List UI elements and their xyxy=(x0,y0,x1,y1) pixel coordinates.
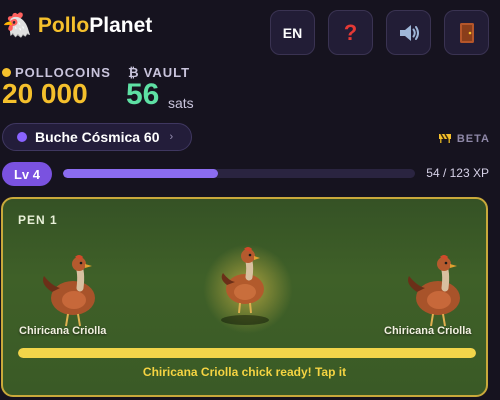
pen-label: PEN 1 xyxy=(18,213,58,227)
vault-value: 56 xyxy=(126,78,160,111)
beta-badge: BETA xyxy=(438,131,490,146)
app-logo: 🐔 PolloPlanet xyxy=(2,14,152,38)
pen-panel[interactable]: PEN 1 Chiricana Criolla Chiricana Crioll… xyxy=(1,197,488,397)
language-label: EN xyxy=(282,24,303,41)
planet-name: Buche Cósmica 60 xyxy=(35,129,160,145)
sound-button[interactable] xyxy=(386,10,431,55)
coin-icon xyxy=(2,68,11,77)
chicken-name-right: Chiricana Criolla xyxy=(384,325,472,337)
app-title-part2: Planet xyxy=(89,14,153,37)
chicken-icon: 🐔 xyxy=(2,12,32,39)
chicken-right[interactable] xyxy=(403,254,473,334)
chicken-name-left: Chiricana Criolla xyxy=(19,325,107,337)
app-title: PolloPlanet xyxy=(38,14,152,38)
question-mark-icon: ? xyxy=(343,19,358,45)
planet-selector[interactable]: Buche Cósmica 60 › xyxy=(2,123,192,151)
construction-barrier-icon xyxy=(438,131,452,146)
chevron-right-icon: › xyxy=(169,131,174,143)
coins-value: 20 000 xyxy=(2,78,88,109)
door-icon xyxy=(458,22,476,44)
level-badge: Lv 4 xyxy=(2,162,52,186)
chicken-center-ready[interactable] xyxy=(213,247,277,322)
hatch-progress-fill xyxy=(18,348,476,358)
beta-label: BETA xyxy=(456,132,490,145)
hatch-progress-bar xyxy=(18,348,476,358)
xp-text: 54 / 123 XP xyxy=(426,166,489,180)
chicken-left[interactable] xyxy=(38,254,108,334)
speaker-icon xyxy=(397,22,421,44)
vault-unit: sats xyxy=(168,95,194,111)
xp-progress-bar xyxy=(63,169,415,178)
app-title-part1: Pollo xyxy=(37,14,90,37)
chick-ready-message[interactable]: Chiricana Criolla chick ready! Tap it xyxy=(3,365,486,379)
language-button[interactable]: EN xyxy=(270,10,315,55)
help-button[interactable]: ? xyxy=(328,10,373,55)
xp-progress-fill xyxy=(63,169,218,178)
exit-button[interactable] xyxy=(444,10,489,55)
planet-icon xyxy=(17,132,27,142)
